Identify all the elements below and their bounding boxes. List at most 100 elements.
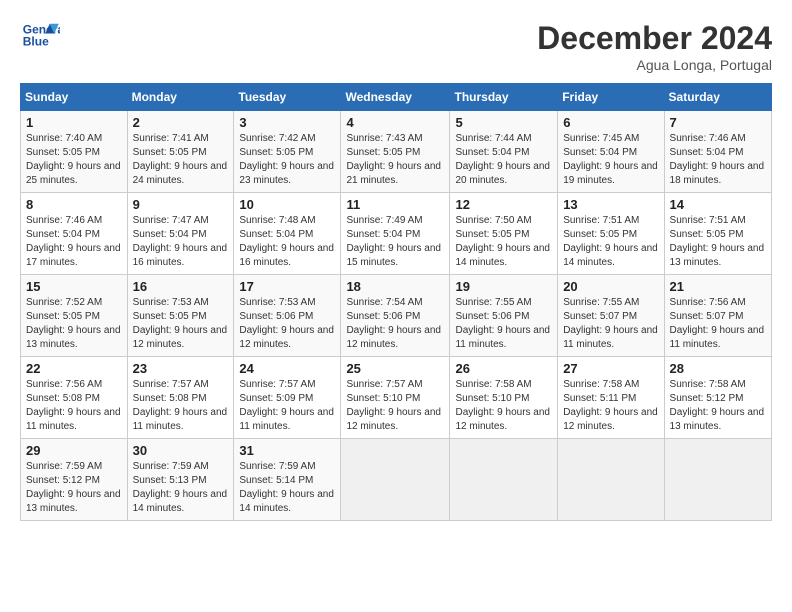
calendar-cell: 30 Sunrise: 7:59 AMSunset: 5:13 PMDayligh… <box>127 439 234 521</box>
day-number: 2 <box>133 115 229 130</box>
day-info: Sunrise: 7:56 AMSunset: 5:07 PMDaylight:… <box>670 296 766 352</box>
calendar-cell <box>450 439 558 521</box>
svg-text:Blue: Blue <box>23 35 49 49</box>
calendar-cell: 15Sunrise: 7:52 AMSunset: 5:05 PMDayligh… <box>21 275 128 357</box>
calendar-cell: 26 Sunrise: 7:58 AMSunset: 5:10 PMDayligh… <box>450 357 558 439</box>
day-info: Sunrise: 7:58 AMSunset: 5:12 PMDaylight:… <box>670 378 766 434</box>
calendar-cell: 16 Sunrise: 7:53 AMSunset: 5:05 PMDayligh… <box>127 275 234 357</box>
calendar-cell: 1 Sunrise: 7:40 AMSunset: 5:05 PMDaylight… <box>21 111 128 193</box>
week-row-1: 1 Sunrise: 7:40 AMSunset: 5:05 PMDaylight… <box>21 111 772 193</box>
calendar-cell: 22 Sunrise: 7:56 AMSunset: 5:08 PMDayligh… <box>21 357 128 439</box>
day-number: 25 <box>346 361 444 376</box>
calendar-cell: 18Sunrise: 7:54 AMSunset: 5:06 PMDayligh… <box>341 275 450 357</box>
day-info: Sunrise: 7:59 AMSunset: 5:13 PMDaylight:… <box>133 460 229 516</box>
calendar-cell <box>664 439 771 521</box>
calendar-cell: 9Sunrise: 7:47 AMSunset: 5:04 PMDaylight… <box>127 193 234 275</box>
day-info: Sunrise: 7:51 AMSunset: 5:05 PMDaylight:… <box>670 214 766 270</box>
calendar-cell <box>558 439 664 521</box>
day-info: Sunrise: 7:53 AMSunset: 5:06 PMDaylight:… <box>239 296 335 352</box>
header-row: SundayMondayTuesdayWednesdayThursdayFrid… <box>21 84 772 111</box>
day-info: Sunrise: 7:46 AMSunset: 5:04 PMDaylight:… <box>670 132 766 188</box>
day-info: Sunrise: 7:59 AMSunset: 5:12 PMDaylight:… <box>26 460 122 516</box>
day-number: 29 <box>26 443 122 458</box>
day-number: 30 <box>133 443 229 458</box>
location-label: Agua Longa, Portugal <box>537 57 772 73</box>
day-info: Sunrise: 7:53 AMSunset: 5:05 PMDaylight:… <box>133 296 229 352</box>
day-info: Sunrise: 7:41 AMSunset: 5:05 PMDaylight:… <box>133 132 229 188</box>
day-number: 22 <box>26 361 122 376</box>
header-tuesday: Tuesday <box>234 84 341 111</box>
day-number: 16 <box>133 279 229 294</box>
day-number: 6 <box>563 115 658 130</box>
day-info: Sunrise: 7:50 AMSunset: 5:05 PMDaylight:… <box>455 214 552 270</box>
header-wednesday: Wednesday <box>341 84 450 111</box>
day-info: Sunrise: 7:43 AMSunset: 5:05 PMDaylight:… <box>346 132 444 188</box>
header-monday: Monday <box>127 84 234 111</box>
day-number: 13 <box>563 197 658 212</box>
day-info: Sunrise: 7:49 AMSunset: 5:04 PMDaylight:… <box>346 214 444 270</box>
header-saturday: Saturday <box>664 84 771 111</box>
day-number: 31 <box>239 443 335 458</box>
day-info: Sunrise: 7:46 AMSunset: 5:04 PMDaylight:… <box>26 214 122 270</box>
day-info: Sunrise: 7:48 AMSunset: 5:04 PMDaylight:… <box>239 214 335 270</box>
calendar-cell: 4Sunrise: 7:43 AMSunset: 5:05 PMDaylight… <box>341 111 450 193</box>
calendar-cell: 7 Sunrise: 7:46 AMSunset: 5:04 PMDaylight… <box>664 111 771 193</box>
day-info: Sunrise: 7:57 AMSunset: 5:09 PMDaylight:… <box>239 378 335 434</box>
calendar-cell: 19Sunrise: 7:55 AMSunset: 5:06 PMDayligh… <box>450 275 558 357</box>
logo: General Blue <box>20 20 64 50</box>
day-number: 19 <box>455 279 552 294</box>
day-info: Sunrise: 7:40 AMSunset: 5:05 PMDaylight:… <box>26 132 122 188</box>
calendar-cell: 14 Sunrise: 7:51 AMSunset: 5:05 PMDayligh… <box>664 193 771 275</box>
day-number: 3 <box>239 115 335 130</box>
day-number: 5 <box>455 115 552 130</box>
week-row-3: 15Sunrise: 7:52 AMSunset: 5:05 PMDayligh… <box>21 275 772 357</box>
calendar-cell: 17Sunrise: 7:53 AMSunset: 5:06 PMDayligh… <box>234 275 341 357</box>
day-info: Sunrise: 7:55 AMSunset: 5:07 PMDaylight:… <box>563 296 658 352</box>
calendar-cell: 5 Sunrise: 7:44 AMSunset: 5:04 PMDaylight… <box>450 111 558 193</box>
day-number: 8 <box>26 197 122 212</box>
day-info: Sunrise: 7:58 AMSunset: 5:10 PMDaylight:… <box>455 378 552 434</box>
calendar-cell: 11 Sunrise: 7:49 AMSunset: 5:04 PMDayligh… <box>341 193 450 275</box>
calendar-cell: 21Sunrise: 7:56 AMSunset: 5:07 PMDayligh… <box>664 275 771 357</box>
day-number: 7 <box>670 115 766 130</box>
day-number: 12 <box>455 197 552 212</box>
week-row-4: 22 Sunrise: 7:56 AMSunset: 5:08 PMDayligh… <box>21 357 772 439</box>
day-number: 23 <box>133 361 229 376</box>
day-number: 14 <box>670 197 766 212</box>
page-header: General Blue December 2024 Agua Longa, P… <box>20 20 772 73</box>
calendar-cell <box>341 439 450 521</box>
day-info: Sunrise: 7:51 AMSunset: 5:05 PMDaylight:… <box>563 214 658 270</box>
header-friday: Friday <box>558 84 664 111</box>
day-info: Sunrise: 7:52 AMSunset: 5:05 PMDaylight:… <box>26 296 122 352</box>
day-info: Sunrise: 7:59 AMSunset: 5:14 PMDaylight:… <box>239 460 335 516</box>
calendar-cell: 13 Sunrise: 7:51 AMSunset: 5:05 PMDayligh… <box>558 193 664 275</box>
calendar-cell: 6 Sunrise: 7:45 AMSunset: 5:04 PMDaylight… <box>558 111 664 193</box>
week-row-2: 8 Sunrise: 7:46 AMSunset: 5:04 PMDaylight… <box>21 193 772 275</box>
calendar-cell: 29 Sunrise: 7:59 AMSunset: 5:12 PMDayligh… <box>21 439 128 521</box>
day-number: 20 <box>563 279 658 294</box>
day-number: 26 <box>455 361 552 376</box>
calendar-cell: 10 Sunrise: 7:48 AMSunset: 5:04 PMDayligh… <box>234 193 341 275</box>
day-number: 24 <box>239 361 335 376</box>
day-number: 10 <box>239 197 335 212</box>
calendar-cell: 25 Sunrise: 7:57 AMSunset: 5:10 PMDayligh… <box>341 357 450 439</box>
logo-icon: General Blue <box>20 20 60 50</box>
calendar-cell: 20 Sunrise: 7:55 AMSunset: 5:07 PMDayligh… <box>558 275 664 357</box>
header-thursday: Thursday <box>450 84 558 111</box>
calendar-cell: 31 Sunrise: 7:59 AMSunset: 5:14 PMDayligh… <box>234 439 341 521</box>
calendar-cell: 24 Sunrise: 7:57 AMSunset: 5:09 PMDayligh… <box>234 357 341 439</box>
day-info: Sunrise: 7:45 AMSunset: 5:04 PMDaylight:… <box>563 132 658 188</box>
calendar-cell: 28Sunrise: 7:58 AMSunset: 5:12 PMDayligh… <box>664 357 771 439</box>
day-info: Sunrise: 7:42 AMSunset: 5:05 PMDaylight:… <box>239 132 335 188</box>
week-row-5: 29 Sunrise: 7:59 AMSunset: 5:12 PMDayligh… <box>21 439 772 521</box>
day-number: 11 <box>346 197 444 212</box>
calendar-cell: 8 Sunrise: 7:46 AMSunset: 5:04 PMDaylight… <box>21 193 128 275</box>
day-number: 1 <box>26 115 122 130</box>
day-info: Sunrise: 7:44 AMSunset: 5:04 PMDaylight:… <box>455 132 552 188</box>
calendar-table: SundayMondayTuesdayWednesdayThursdayFrid… <box>20 83 772 521</box>
header-sunday: Sunday <box>21 84 128 111</box>
day-info: Sunrise: 7:57 AMSunset: 5:10 PMDaylight:… <box>346 378 444 434</box>
day-info: Sunrise: 7:56 AMSunset: 5:08 PMDaylight:… <box>26 378 122 434</box>
day-number: 27 <box>563 361 658 376</box>
calendar-cell: 27Sunrise: 7:58 AMSunset: 5:11 PMDayligh… <box>558 357 664 439</box>
